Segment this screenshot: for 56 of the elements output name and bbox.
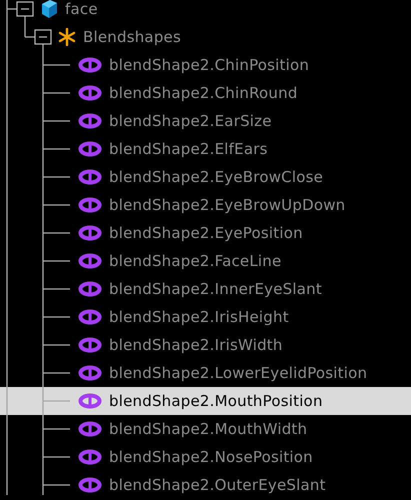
tree-row[interactable]: blendShape2.OuterEyeSlant	[0, 471, 411, 495]
collapse-icon[interactable]	[16, 1, 34, 17]
ring-icon	[78, 253, 102, 269]
ring-icon	[78, 337, 102, 353]
ring-icon	[78, 421, 102, 437]
tree-item-label: blendShape2.IrisWidth	[109, 336, 283, 354]
ring-icon	[78, 281, 102, 297]
ring-icon	[78, 57, 102, 73]
tree-item-label: Blendshapes	[83, 28, 181, 46]
tree-row[interactable]: Blendshapes	[0, 23, 411, 51]
ring-icon	[78, 197, 102, 213]
asterisk-icon	[58, 28, 76, 46]
ring-icon	[78, 169, 102, 185]
ring-icon	[78, 477, 102, 493]
tree-row[interactable]: blendShape2.ChinRound	[0, 79, 411, 107]
tree-row[interactable]: blendShape2.ElfEars	[0, 135, 411, 163]
tree-item-label: blendShape2.MouthPosition	[109, 392, 323, 410]
ring-icon	[78, 113, 102, 129]
tree-item-label: blendShape2.MouthWidth	[109, 420, 308, 438]
tree-item-label: blendShape2.EyePosition	[109, 224, 303, 242]
tree-row[interactable]: face	[0, 0, 411, 23]
tree-item-label: blendShape2.EyeBrowClose	[109, 168, 324, 186]
tree-row[interactable]: blendShape2.EyeBrowUpDown	[0, 191, 411, 219]
tree-row[interactable]: blendShape2.EyeBrowClose	[0, 163, 411, 191]
tree-row[interactable]: blendShape2.FaceLine	[0, 247, 411, 275]
tree-row[interactable]: blendShape2.ChinPosition	[0, 51, 411, 79]
ring-icon	[78, 225, 102, 241]
tree-row[interactable]: blendShape2.EyePosition	[0, 219, 411, 247]
ring-icon	[78, 141, 102, 157]
tree-row[interactable]: blendShape2.NosePosition	[0, 443, 411, 471]
tree-row[interactable]: blendShape2.IrisHeight	[0, 303, 411, 331]
tree-item-label: blendShape2.OuterEyeSlant	[109, 476, 326, 494]
tree-row[interactable]: blendShape2.LowerEyelidPosition	[0, 359, 411, 387]
tree-row[interactable]: blendShape2.InnerEyeSlant	[0, 275, 411, 303]
tree-item-label: blendShape2.EyeBrowUpDown	[109, 196, 346, 214]
tree-item-label: blendShape2.NosePosition	[109, 448, 313, 466]
tree-item-label: blendShape2.ChinRound	[109, 84, 298, 102]
ring-icon	[78, 449, 102, 465]
ring-icon	[78, 309, 102, 325]
cube-icon	[40, 0, 58, 19]
tree-item-label: blendShape2.IrisHeight	[109, 308, 289, 326]
tree-row[interactable]: blendShape2.MouthWidth	[0, 415, 411, 443]
ring-icon	[78, 393, 102, 409]
tree-item-label: blendShape2.InnerEyeSlant	[109, 280, 322, 298]
tree-item-label: blendShape2.ElfEars	[109, 140, 268, 158]
tree-item-label: blendShape2.LowerEyelidPosition	[109, 364, 368, 382]
ring-icon	[78, 365, 102, 381]
tree-row[interactable]: blendShape2.EarSize	[0, 107, 411, 135]
tree-item-label: blendShape2.FaceLine	[109, 252, 282, 270]
tree-item-label: face	[65, 0, 98, 18]
tree-item-label: blendShape2.ChinPosition	[109, 56, 310, 74]
tree-row[interactable]: blendShape2.IrisWidth	[0, 331, 411, 359]
tree-row[interactable]: blendShape2.MouthPosition	[0, 387, 411, 415]
ring-icon	[78, 85, 102, 101]
tree-item-label: blendShape2.EarSize	[109, 112, 272, 130]
collapse-icon[interactable]	[34, 29, 52, 45]
